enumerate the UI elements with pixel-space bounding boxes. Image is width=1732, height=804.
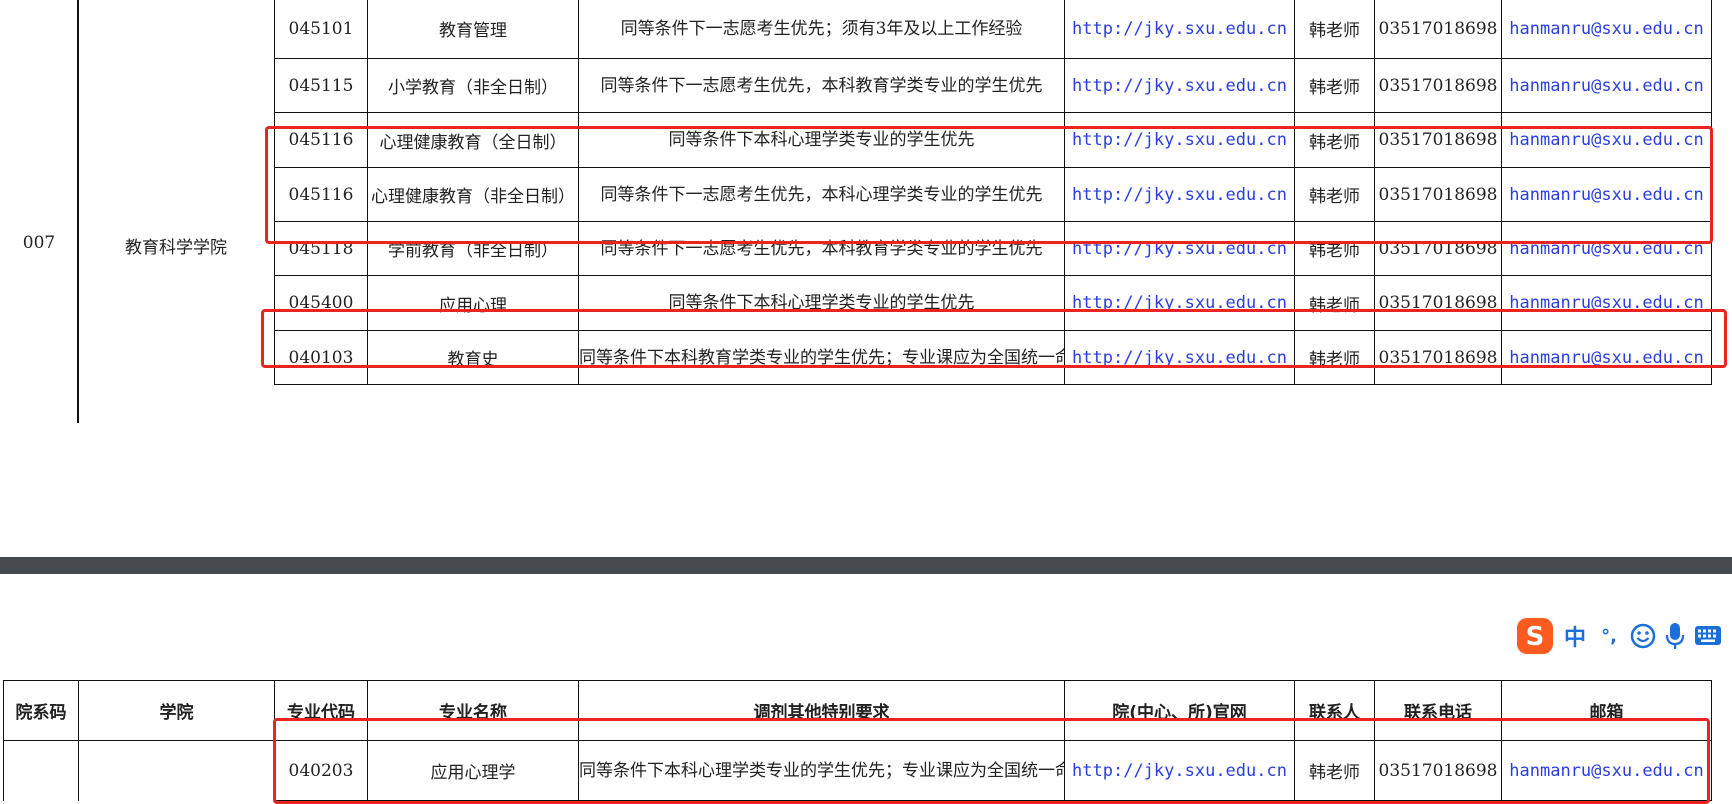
sogou-logo-icon[interactable]: S [1515,616,1555,656]
ime-punctuation-button[interactable]: °, [1595,618,1623,654]
column-header: 专业代码 [274,680,368,741]
contact-person-cell: 韩老师 [1294,0,1375,59]
table-row: 045400 应用心理 同等条件下本科心理学类专业的学生优先 http://jky.s… [274,275,1712,331]
column-header: 院系码 [3,680,79,741]
table-row: 045116 心理健康教育（全日制） 同等条件下本科心理学类专业的学生优先 http:… [274,112,1712,168]
column-header: 邮箱 [1501,680,1712,741]
website-link[interactable]: http://jky.sxu.edu.cn [1064,275,1295,331]
requirement-cell: 同等条件下本科心理学类专业的学生优先 [578,112,1065,168]
bottom-table: 院系码 学院 专业代码 专业名称 调剂其他特别要求 院(中心、所)官网 联系人 联系电话 邮箱 … [3,680,1712,801]
phone-cell: 03517018698 [1374,330,1502,385]
emoji-icon[interactable] [1629,622,1657,650]
requirement-cell: 同等条件下本科心理学类专业的学生优先 [578,275,1065,331]
page-separator [0,557,1732,574]
major-code-cell: 040103 [274,330,368,385]
major-code-cell: 045115 [274,58,368,113]
major-name-cell: 应用心理 [367,275,579,331]
major-name-cell: 教育管理 [367,0,579,59]
contact-person-cell: 韩老师 [1294,221,1375,276]
column-header: 联系人 [1294,680,1375,741]
website-link[interactable]: http://jky.sxu.edu.cn [1064,740,1295,801]
table-row: 045116 心理健康教育（非全日制） 同等条件下一志愿考生优先，本科心理学类专业的… [274,167,1712,222]
email-link[interactable]: hanmanru@sxu.edu.cn [1501,58,1712,113]
top-table: 045101 教育管理 同等条件下一志愿考生优先；须有3年及以上工作经验 http:/… [274,0,1712,385]
table-row: 045101 教育管理 同等条件下一志愿考生优先；须有3年及以上工作经验 http:/… [274,0,1712,59]
major-name-cell: 教育史 [367,330,579,385]
table-row: 040203应用心理学同等条件下本科心理学类专业的学生优先；专业课应为全国统一命… [3,740,1712,801]
phone-cell: 03517018698 [1374,112,1502,168]
contact-person-cell: 韩老师 [1294,740,1375,801]
major-name-cell: 心理健康教育（全日制） [367,112,579,168]
contact-person-cell: 韩老师 [1294,275,1375,331]
col-line [77,0,79,423]
major-name-cell: 小学教育（非全日制） [367,58,579,113]
phone-cell: 03517018698 [1374,0,1502,59]
ime-mode-button[interactable]: 中 [1561,618,1589,654]
email-link[interactable]: hanmanru@sxu.edu.cn [1501,167,1712,222]
email-link[interactable]: hanmanru@sxu.edu.cn [1501,0,1712,59]
contact-person-cell: 韩老师 [1294,58,1375,113]
requirement-cell: 同等条件下本科教育学类专业的学生优先；专业课应为全国统一命题科目 [578,330,1065,385]
table-row: 045118 学前教育（非全日制） 同等条件下一志愿考生优先，本科教育学类专业的学生… [274,221,1712,276]
major-code-cell: 045116 [274,167,368,222]
contact-person-cell: 韩老师 [1294,167,1375,222]
table-row: 040103教育史同等条件下本科教育学类专业的学生优先；专业课应为全国统一命题科… [274,330,1712,385]
website-link[interactable]: http://jky.sxu.edu.cn [1064,167,1295,222]
major-name-cell: 心理健康教育（非全日制） [367,167,579,222]
microphone-icon[interactable] [1663,621,1687,651]
phone-cell: 03517018698 [1374,58,1502,113]
phone-cell: 03517018698 [1374,275,1502,331]
top-left-columns: 007 教育科学学院 [0,0,275,423]
column-header: 调剂其他特别要求 [578,680,1065,741]
major-code-cell: 045400 [274,275,368,331]
email-link[interactable]: hanmanru@sxu.edu.cn [1501,221,1712,276]
contact-person-cell: 韩老师 [1294,330,1375,385]
ime-toolbar[interactable]: S 中 °, [1515,614,1723,658]
website-link[interactable]: http://jky.sxu.edu.cn [1064,112,1295,168]
major-code-cell: 045116 [274,112,368,168]
keyboard-icon[interactable] [1693,623,1723,649]
phone-cell: 03517018698 [1374,221,1502,276]
column-header: 院(中心、所)官网 [1064,680,1295,741]
phone-cell: 03517018698 [1374,167,1502,222]
website-link[interactable]: http://jky.sxu.edu.cn [1064,0,1295,59]
website-link[interactable]: http://jky.sxu.edu.cn [1064,330,1295,385]
dept-code-cell: 007 [22,233,56,253]
svg-text:S: S [1526,622,1545,652]
email-link[interactable]: hanmanru@sxu.edu.cn [1501,275,1712,331]
requirement-cell: 同等条件下一志愿考生优先，本科心理学类专业的学生优先 [578,167,1065,222]
table-row: 045115 小学教育（非全日制） 同等条件下一志愿考生优先，本科教育学类专业的学生… [274,58,1712,113]
requirement-cell: 同等条件下本科心理学类专业的学生优先；专业课应为全国统一命题科目 [578,740,1065,801]
website-link[interactable]: http://jky.sxu.edu.cn [1064,58,1295,113]
major-name-cell: 学前教育（非全日制） [367,221,579,276]
requirement-cell: 同等条件下一志愿考生优先，本科教育学类专业的学生优先 [578,221,1065,276]
header-row: 院系码 学院 专业代码 专业名称 调剂其他特别要求 院(中心、所)官网 联系人 联系电话 邮箱 [3,680,1712,741]
major-name-cell: 应用心理学 [367,740,579,801]
major-code-cell: 040203 [274,740,368,801]
email-link[interactable]: hanmanru@sxu.edu.cn [1501,112,1712,168]
website-link[interactable]: http://jky.sxu.edu.cn [1064,221,1295,276]
requirement-cell: 同等条件下一志愿考生优先；须有3年及以上工作经验 [578,0,1065,59]
phone-cell: 03517018698 [1374,740,1502,801]
college-cell [78,740,275,801]
column-header: 专业名称 [367,680,579,741]
email-link[interactable]: hanmanru@sxu.edu.cn [1501,740,1712,801]
email-link[interactable]: hanmanru@sxu.edu.cn [1501,330,1712,385]
contact-person-cell: 韩老师 [1294,112,1375,168]
major-code-cell: 045118 [274,221,368,276]
column-header: 联系电话 [1374,680,1502,741]
dept-code-cell [3,740,79,801]
college-cell: 教育科学学院 [125,238,227,258]
requirement-cell: 同等条件下一志愿考生优先，本科教育学类专业的学生优先 [578,58,1065,113]
column-header: 学院 [78,680,275,741]
major-code-cell: 045101 [274,0,368,59]
